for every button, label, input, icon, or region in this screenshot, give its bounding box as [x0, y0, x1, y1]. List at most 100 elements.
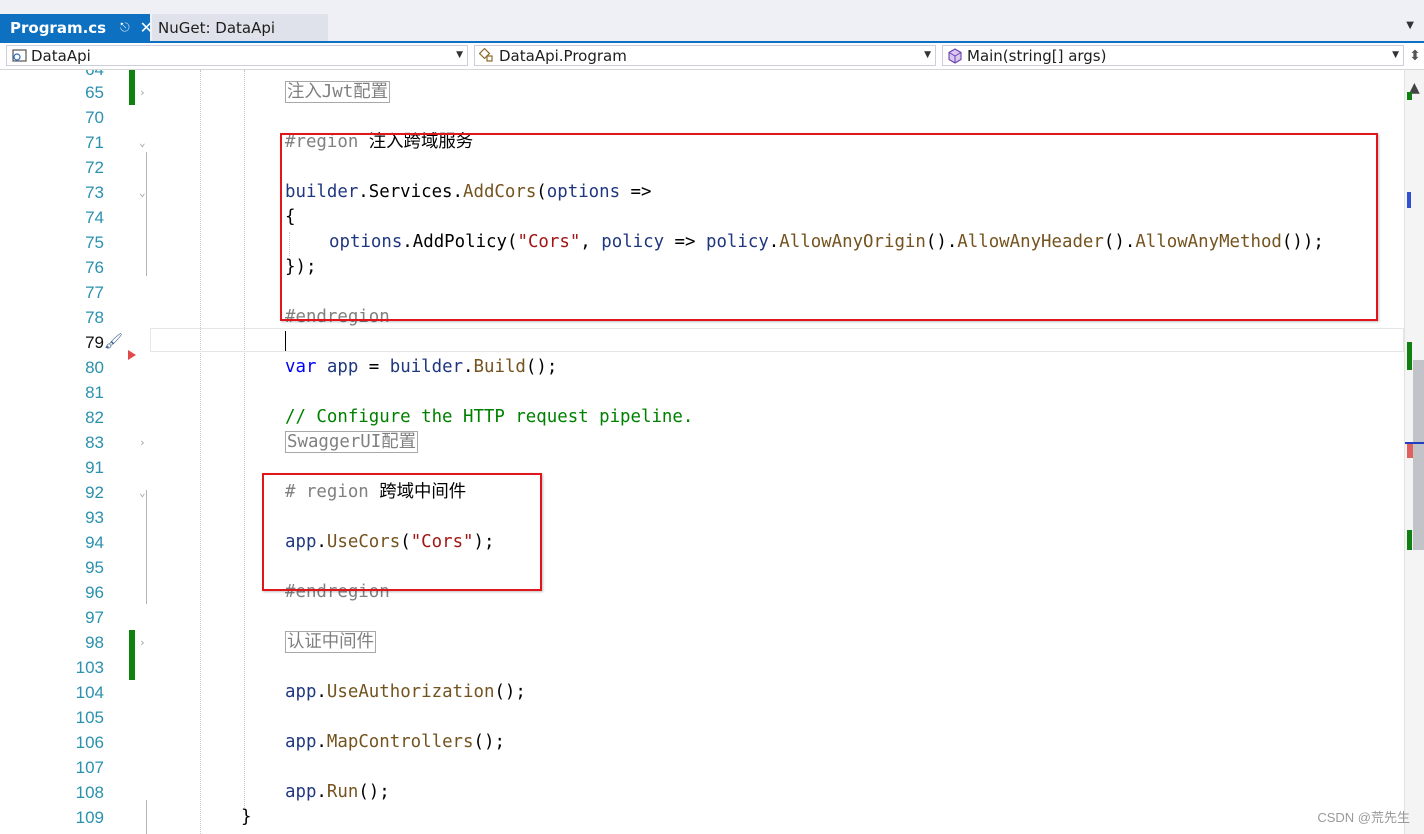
line-number: 71	[85, 133, 104, 152]
change-marker	[1407, 92, 1412, 100]
line-number: 109	[75, 808, 104, 827]
code-line: 98 › 认证中间件	[0, 630, 1404, 655]
line-number: 76	[85, 258, 104, 277]
collapsed-region-auth[interactable]: 认证中间件	[285, 631, 376, 653]
identifier: app	[285, 782, 317, 802]
change-marker	[1407, 530, 1412, 550]
close-icon[interactable]: ✕	[140, 18, 153, 37]
code-editor[interactable]: 🖌 64 65 › 注入Jwt配置 70 71 ⌄ #region 注入跨域服务…	[0, 70, 1404, 834]
identifier: builder	[389, 357, 464, 377]
chevron-down-icon: ▼	[924, 50, 931, 60]
class-icon	[479, 47, 495, 64]
expand-chevron-icon[interactable]: ›	[139, 630, 146, 655]
project-name: DataApi	[31, 46, 91, 65]
method-name: Run	[326, 782, 359, 802]
code-line: 81	[0, 380, 1404, 405]
code-comment: // Configure the HTTP request pipeline.	[285, 407, 694, 427]
project-icon	[11, 48, 27, 64]
identifier: app	[285, 682, 317, 702]
navigation-bar: DataApi ▼ DataApi.Program ▼ Main(string[…	[0, 43, 1424, 70]
line-number: 70	[85, 108, 104, 127]
tab-program-cs[interactable]: Program.cs ⎋ ✕	[0, 14, 153, 41]
line-number: 91	[85, 458, 104, 477]
tab-nuget-dataapi[interactable]: NuGet: DataApi	[152, 14, 328, 41]
line-number: 93	[85, 508, 104, 527]
method-name: UseAuthorization	[326, 682, 495, 702]
code-line: 92 ⌄ # region 跨域中间件	[0, 480, 1404, 505]
code-line: 103	[0, 655, 1404, 680]
code-line: 97	[0, 605, 1404, 630]
collapse-chevron-icon[interactable]: ⌄	[139, 180, 146, 205]
highlight-box-cors-middleware	[262, 473, 542, 591]
expand-chevron-icon[interactable]: ›	[139, 430, 146, 455]
code-line: 106 app.MapControllers();	[0, 730, 1404, 755]
breakpoint-marker	[1407, 444, 1413, 458]
line-number: 75	[85, 233, 104, 252]
line-number: 108	[75, 783, 104, 802]
error-marker	[1407, 192, 1411, 208]
chevron-down-icon: ▼	[456, 50, 463, 60]
collapse-chevron-icon[interactable]: ⌄	[139, 480, 146, 505]
code-line: 70	[0, 105, 1404, 130]
tab-label: Program.cs	[10, 18, 107, 37]
line-number: 65	[85, 83, 104, 102]
identifier: app	[326, 357, 359, 377]
code-line: 93	[0, 505, 1404, 530]
line-number: 82	[85, 408, 104, 427]
vertical-scrollbar[interactable]: ▲	[1404, 70, 1424, 834]
code-line: 94 app.UseCors("Cors");	[0, 530, 1404, 555]
code-line: 65 › 注入Jwt配置	[0, 80, 1404, 105]
line-number: 78	[85, 308, 104, 327]
collapsed-region-swagger[interactable]: SwaggerUI配置	[285, 431, 419, 453]
code-line: 82 // Configure the HTTP request pipelin…	[0, 405, 1404, 430]
code-line: 104 app.UseAuthorization();	[0, 680, 1404, 705]
line-number: 106	[75, 733, 104, 752]
line-number: 105	[75, 708, 104, 727]
member-name: Main(string[] args)	[967, 46, 1107, 65]
code-line: 79	[0, 330, 1404, 355]
method-icon	[947, 47, 963, 64]
code-line: 80 var app = builder.Build();	[0, 355, 1404, 380]
line-number: 97	[85, 608, 104, 627]
pin-icon[interactable]: ⎋	[120, 20, 130, 35]
line-number: 98	[85, 633, 104, 652]
line-number: 104	[75, 683, 104, 702]
change-marker	[1407, 342, 1412, 370]
split-icon[interactable]: ⬍	[1406, 43, 1424, 69]
code-line: 95	[0, 555, 1404, 580]
line-number: 83	[85, 433, 104, 452]
collapsed-region-jwt[interactable]: 注入Jwt配置	[285, 81, 390, 103]
line-number-current: 79	[85, 333, 104, 352]
code-line: 107	[0, 755, 1404, 780]
line-number: 74	[85, 208, 104, 227]
type-name: DataApi.Program	[499, 46, 627, 65]
code-line: 83 › SwaggerUI配置	[0, 430, 1404, 455]
scrollbar-thumb[interactable]	[1413, 360, 1424, 550]
code-line: 109 }	[0, 805, 1404, 830]
code-line: 108 app.Run();	[0, 780, 1404, 805]
member-dropdown[interactable]: Main(string[] args) ▼	[942, 45, 1404, 66]
method-name: Build	[473, 357, 526, 377]
chevron-down-icon: ▼	[1392, 50, 1399, 60]
tab-label: NuGet: DataApi	[158, 18, 276, 37]
code-line: 96 #endregion	[0, 580, 1404, 605]
line-number: 92	[85, 483, 104, 502]
document-tab-strip: Program.cs ⎋ ✕ NuGet: DataApi ▼	[0, 0, 1424, 42]
method-name: MapControllers	[326, 732, 474, 752]
identifier: app	[285, 732, 317, 752]
type-dropdown[interactable]: DataApi.Program ▼	[474, 45, 936, 66]
line-number: 103	[75, 658, 104, 677]
project-dropdown[interactable]: DataApi ▼	[6, 45, 468, 66]
line-number: 80	[85, 358, 104, 377]
line-number: 96	[85, 583, 104, 602]
chevron-down-icon[interactable]: ▼	[1406, 20, 1414, 31]
line-number: 95	[85, 558, 104, 577]
collapse-chevron-icon[interactable]: ⌄	[139, 130, 146, 155]
expand-chevron-icon[interactable]: ›	[139, 80, 146, 105]
line-number: 73	[85, 183, 104, 202]
code-text: }	[241, 807, 252, 827]
code-line: 91	[0, 455, 1404, 480]
keyword: var	[285, 357, 317, 377]
code-line: 105	[0, 705, 1404, 730]
line-number: 94	[85, 533, 104, 552]
